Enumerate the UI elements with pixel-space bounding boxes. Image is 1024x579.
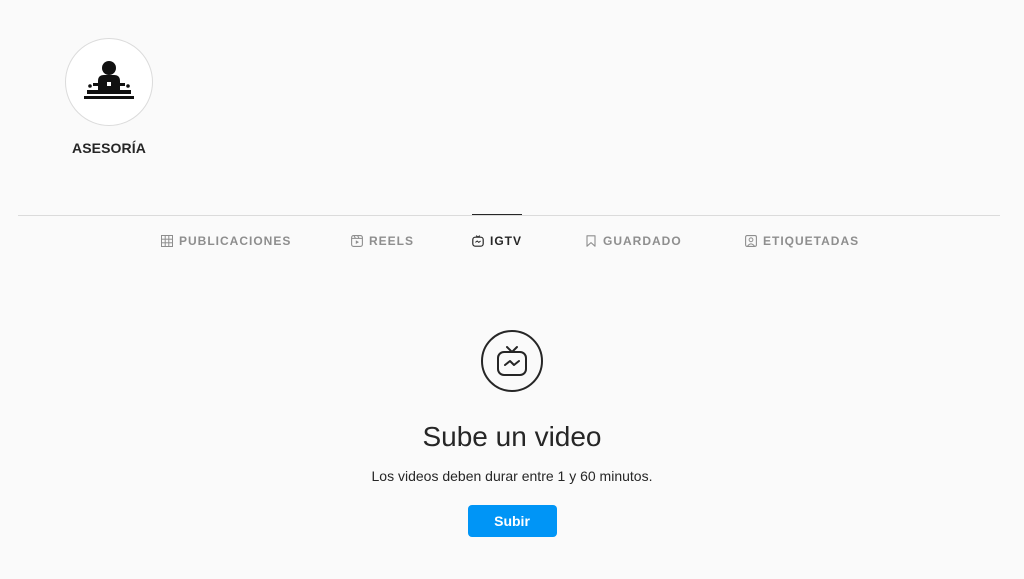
- tab-etiquetadas[interactable]: ETIQUETADAS: [745, 214, 859, 266]
- bookmark-icon: [586, 234, 596, 247]
- tab-publicaciones[interactable]: PUBLICACIONES: [161, 214, 291, 266]
- grid-icon: [161, 234, 173, 247]
- tab-igtv[interactable]: IGTV: [472, 214, 523, 266]
- tab-label: IGTV: [490, 233, 523, 248]
- profile-tabs: PUBLICACIONES REELS IGTV GUARDADO ETIQUE…: [0, 214, 1024, 266]
- tab-label: ETIQUETADAS: [763, 233, 860, 248]
- empty-state-subtitle: Los videos deben durar entre 1 y 60 minu…: [371, 468, 653, 484]
- upload-button[interactable]: Subir: [467, 505, 557, 537]
- igtv-icon: [472, 234, 484, 247]
- tab-label: PUBLICACIONES: [179, 233, 292, 248]
- tab-guardado[interactable]: GUARDADO: [585, 214, 682, 266]
- highlight-cover[interactable]: [65, 38, 153, 126]
- igtv-empty-state: Sube un video Los videos deben durar ent…: [0, 330, 1024, 537]
- igtv-icon: [497, 346, 527, 376]
- empty-state-icon-circle: [481, 330, 543, 392]
- reels-icon: [351, 234, 363, 247]
- reception-desk-icon: [84, 61, 134, 99]
- highlight-label: ASESORÍA: [72, 140, 146, 156]
- tab-label: REELS: [369, 233, 415, 248]
- tab-label: GUARDADO: [603, 233, 682, 248]
- tagged-icon: [745, 234, 757, 247]
- tab-reels[interactable]: REELS: [351, 214, 414, 266]
- story-highlight[interactable]: ASESORÍA: [64, 38, 154, 156]
- empty-state-title: Sube un video: [422, 421, 602, 452]
